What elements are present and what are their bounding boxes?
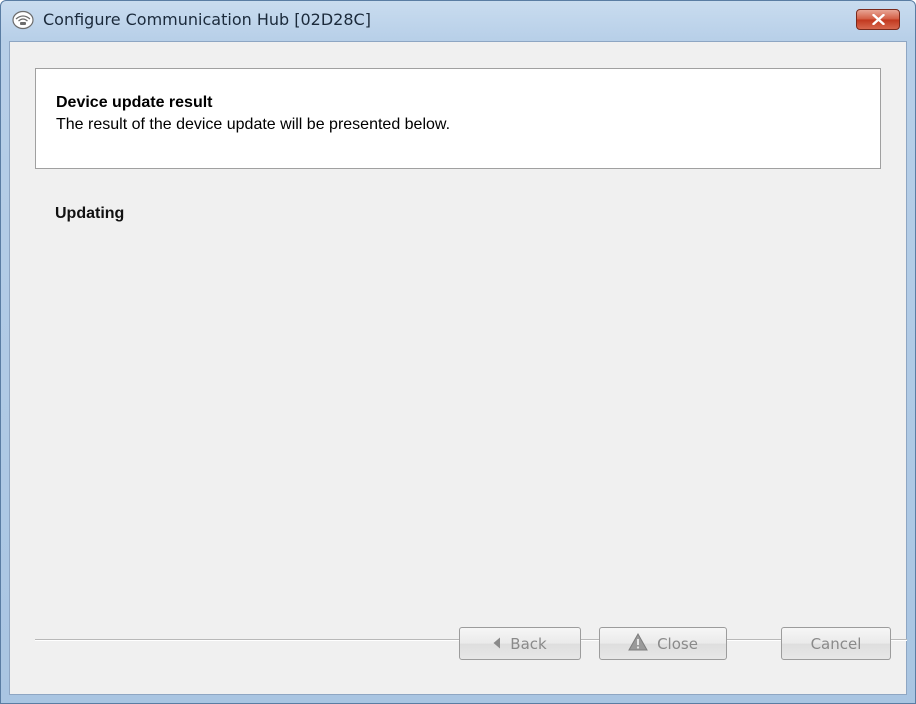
back-button[interactable]: Back: [459, 627, 581, 660]
arrow-left-icon: [493, 635, 501, 653]
close-button-label: Close: [657, 634, 698, 653]
dialog-window: Configure Communication Hub [02D28C] Dev…: [0, 0, 916, 704]
page-description: The result of the device update will be …: [56, 116, 451, 133]
hub-icon: [12, 10, 34, 30]
window-close-button[interactable]: [856, 9, 900, 30]
title-bar[interactable]: Configure Communication Hub [02D28C]: [1, 1, 915, 41]
back-button-label: Back: [510, 634, 547, 653]
wizard-header-panel: Device update result The result of the d…: [35, 68, 881, 169]
cancel-button[interactable]: Cancel: [781, 627, 891, 660]
warning-triangle-icon: [628, 632, 648, 655]
dialog-content: Device update result The result of the d…: [9, 41, 907, 695]
window-title: Configure Communication Hub [02D28C]: [43, 10, 371, 29]
status-label: Updating: [55, 205, 125, 222]
page-title: Device update result: [56, 94, 213, 111]
close-button[interactable]: Close: [599, 627, 727, 660]
cancel-button-label: Cancel: [810, 634, 862, 653]
